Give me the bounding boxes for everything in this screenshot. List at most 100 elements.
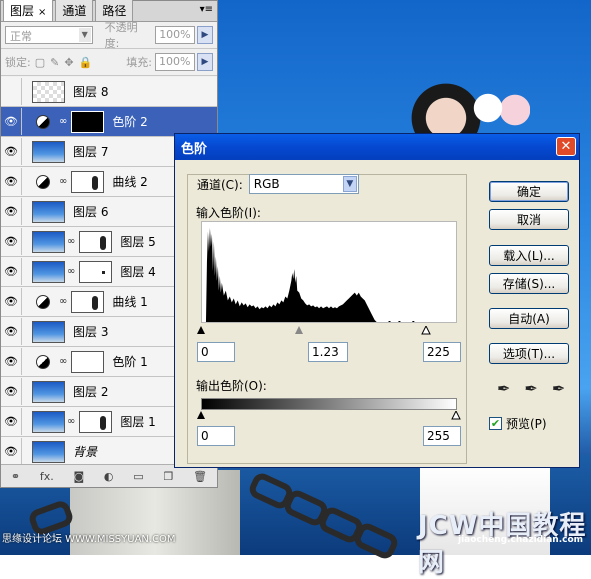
eye-icon[interactable]: 👁: [1, 348, 22, 375]
blend-mode-select[interactable]: 正常 ▼: [5, 26, 93, 44]
layer-mask-thumbnail[interactable]: [71, 290, 105, 313]
output-gradient-bar: [201, 398, 457, 410]
chain-icon[interactable]: ∞: [59, 116, 67, 127]
layer-thumbnail: [32, 80, 65, 103]
mask-icon[interactable]: ◙: [73, 470, 84, 483]
chevron-down-icon: ▼: [342, 176, 357, 192]
tab-paths[interactable]: 路径: [95, 0, 134, 21]
histogram-shape: [202, 227, 377, 322]
output-white-field[interactable]: 255: [423, 426, 461, 446]
layer-mask-thumbnail[interactable]: [71, 110, 105, 133]
gray-eyedropper-icon[interactable]: ✒: [524, 379, 537, 398]
chain-icon[interactable]: ∞: [67, 416, 75, 427]
lock-position-icon[interactable]: ✥: [64, 56, 73, 69]
eye-icon[interactable]: 👁: [1, 108, 22, 135]
layer-name: 图层 1: [120, 415, 156, 429]
output-black-slider[interactable]: [197, 411, 205, 419]
options-button[interactable]: 选项(T)...: [489, 343, 569, 364]
chain-icon[interactable]: ∞: [67, 266, 75, 277]
new-layer-icon[interactable]: ❐: [163, 470, 173, 483]
fill-arrow-icon[interactable]: ▶: [196, 53, 213, 71]
layer-thumbnail: [32, 140, 65, 163]
input-black-field[interactable]: 0: [197, 342, 235, 362]
input-black-slider[interactable]: [197, 326, 205, 334]
channel-value: RGB: [253, 177, 280, 191]
visibility-toggle[interactable]: 👁: [1, 78, 22, 105]
eye-icon[interactable]: 👁: [1, 288, 22, 315]
ok-button[interactable]: 确定: [489, 181, 569, 202]
layer-mask-thumbnail[interactable]: [79, 260, 113, 283]
eye-icon[interactable]: 👁: [1, 318, 22, 345]
opacity-arrow-icon[interactable]: ▶: [197, 26, 213, 44]
tab-channels[interactable]: 通道: [55, 0, 94, 21]
layer-mask-thumbnail[interactable]: [71, 170, 105, 193]
tab-layers[interactable]: 图层 ×: [3, 0, 54, 21]
eye-icon[interactable]: 👁: [1, 378, 22, 405]
layer-mask-thumbnail[interactable]: [79, 410, 113, 433]
layer-name: 图层 2: [73, 385, 109, 399]
fill-input[interactable]: 100%: [154, 53, 195, 71]
trash-icon[interactable]: 🗑: [193, 470, 207, 483]
mask-figure: [100, 235, 107, 250]
eye-icon[interactable]: 👁: [1, 168, 22, 195]
dialog-titlebar[interactable]: 色阶 ✕: [175, 134, 579, 160]
input-white-slider[interactable]: [421, 326, 431, 336]
layer-mask-thumbnail[interactable]: [71, 350, 105, 373]
output-white-slider[interactable]: [451, 411, 461, 421]
levels-dialog: 色阶 ✕ 通道(C): RGB ▼ 输入色阶(I): 0 1.23 225 输出…: [174, 133, 580, 468]
adjustment-icon[interactable]: ◐: [104, 470, 114, 483]
mask-figure: [92, 175, 99, 190]
save-button[interactable]: 存储(S)...: [489, 273, 569, 294]
opacity-input[interactable]: 100%: [155, 26, 196, 44]
lock-transparency-icon[interactable]: ▢: [35, 56, 45, 69]
lock-all-icon[interactable]: 🔒: [79, 56, 93, 69]
layer-row[interactable]: 👁 图层 8: [1, 77, 217, 107]
opacity-label: 不透明度:: [104, 21, 138, 50]
input-white-field[interactable]: 225: [423, 342, 461, 362]
output-black-field[interactable]: 0: [197, 426, 235, 446]
histogram: [201, 221, 457, 323]
layer-name: 背景: [73, 445, 98, 459]
layer-thumbnail: [32, 410, 65, 433]
eye-icon[interactable]: 👁: [1, 258, 22, 285]
layer-thumbnail: [32, 200, 65, 223]
black-eyedropper-icon[interactable]: ✒: [497, 379, 510, 398]
dialog-title: 色阶: [181, 141, 208, 157]
input-gamma-field[interactable]: 1.23: [308, 342, 348, 362]
folder-icon[interactable]: ▭: [133, 470, 143, 483]
layer-name: 图层 7: [73, 145, 109, 159]
cancel-button[interactable]: 取消: [489, 209, 569, 230]
lock-pixels-icon[interactable]: ✎: [50, 56, 59, 69]
fx-icon[interactable]: fx.: [40, 470, 54, 483]
eye-icon[interactable]: 👁: [1, 228, 22, 255]
link-icon[interactable]: ⚭: [11, 470, 20, 483]
close-icon[interactable]: ×: [38, 7, 46, 18]
histogram-tail: [388, 321, 391, 322]
panel-menu-icon[interactable]: ▾≡: [200, 4, 213, 15]
layer-thumbnail: [32, 440, 65, 463]
chain-icon[interactable]: ∞: [67, 236, 75, 247]
channel-select[interactable]: RGB ▼: [248, 174, 359, 194]
output-levels-label: 输出色阶(O):: [196, 379, 267, 393]
preview-row: ✔ 预览(P): [489, 415, 547, 432]
load-button[interactable]: 载入(L)...: [489, 245, 569, 266]
eye-icon[interactable]: 👁: [1, 408, 22, 435]
layer-name: 曲线 2: [112, 175, 148, 189]
preview-checkbox[interactable]: ✔: [489, 417, 502, 430]
adjustment-layer-icon: [36, 114, 50, 129]
close-button[interactable]: ✕: [556, 137, 576, 156]
eye-icon[interactable]: 👁: [1, 138, 22, 165]
chain-icon[interactable]: ∞: [59, 176, 67, 187]
input-gamma-slider[interactable]: [295, 326, 303, 334]
layer-name: 图层 8: [73, 85, 109, 99]
auto-button[interactable]: 自动(A): [489, 308, 569, 329]
chain-icon[interactable]: ∞: [59, 296, 67, 307]
mask-figure: [100, 415, 107, 430]
eyedropper-tools: ✒ ✒ ✒: [497, 379, 565, 398]
white-eyedropper-icon[interactable]: ✒: [552, 379, 565, 398]
layer-mask-thumbnail[interactable]: [79, 230, 113, 253]
eye-icon[interactable]: 👁: [1, 198, 22, 225]
chain-icon[interactable]: ∞: [59, 356, 67, 367]
eye-icon[interactable]: 👁: [1, 438, 22, 465]
layer-name: 色阶 1: [112, 355, 148, 369]
